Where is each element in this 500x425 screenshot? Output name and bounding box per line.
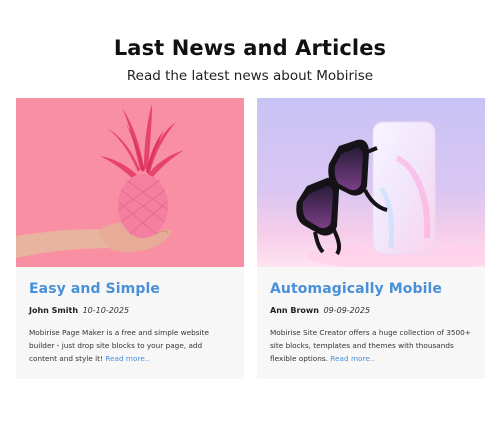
article-meta: Ann Brown 09-09-2025 — [270, 306, 472, 315]
article-author: Ann Brown — [270, 306, 319, 315]
read-more-link[interactable]: Read more.. — [330, 354, 374, 363]
article-excerpt: Mobirise Site Creator offers a huge coll… — [270, 326, 472, 365]
card-body: Easy and Simple John Smith 10-10-2025 Mo… — [16, 267, 244, 365]
article-title[interactable]: Automagically Mobile — [270, 281, 472, 297]
section-title: Last News and Articles — [113, 36, 387, 60]
article-meta: John Smith 10-10-2025 — [29, 306, 231, 315]
card-body: Automagically Mobile Ann Brown 09-09-202… — [257, 267, 485, 365]
article-date: 09-09-2025 — [323, 306, 371, 315]
article-author: John Smith — [29, 306, 79, 315]
read-more-link[interactable]: Read more.. — [105, 354, 149, 363]
sunglasses-on-block-icon — [257, 98, 485, 267]
section-subtitle: Read the latest news about Mobirise — [126, 68, 374, 84]
article-excerpt: Mobirise Page Maker is a free and simple… — [29, 326, 231, 365]
pineapple-image — [16, 98, 244, 267]
article-date: 10-10-2025 — [82, 306, 130, 315]
pink-pineapple-in-hand-icon — [16, 98, 244, 267]
article-card-easy-simple: Easy and Simple John Smith 10-10-2025 Mo… — [16, 98, 244, 379]
article-title[interactable]: Easy and Simple — [29, 281, 231, 297]
sunglasses-image — [257, 98, 485, 267]
section-header: Last News and Articles Read the latest n… — [0, 36, 500, 84]
article-card-automagically-mobile: Automagically Mobile Ann Brown 09-09-202… — [257, 98, 485, 379]
